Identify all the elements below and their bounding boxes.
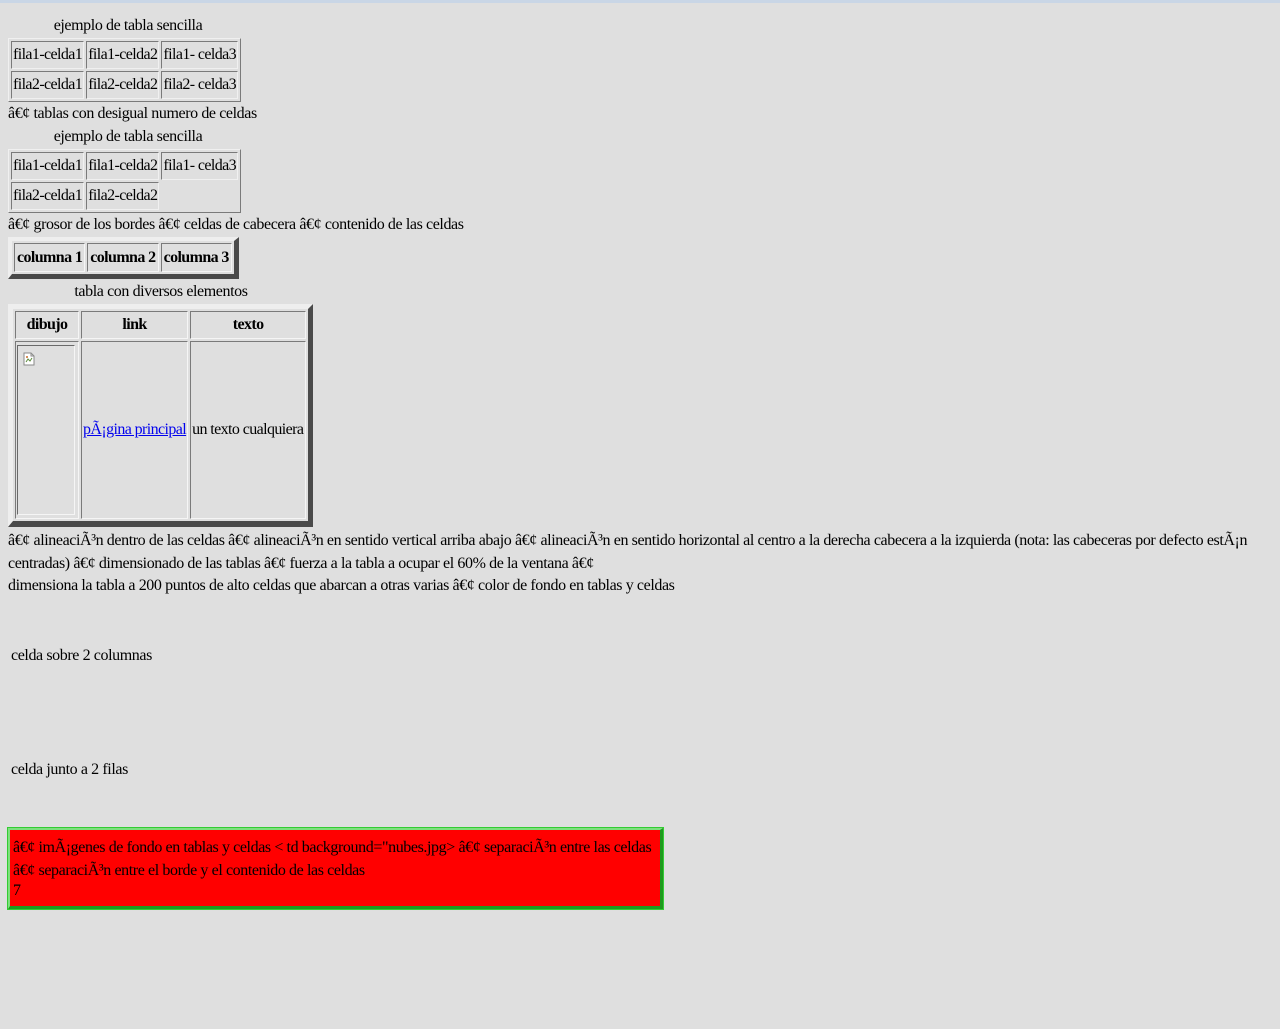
simple-table-2: fila1-celda1 fila1-celda2 fila1- celda3 … (8, 149, 242, 213)
text-unequal-cells: â€¢ tablas con desigual numero de celdas (8, 105, 257, 122)
text-borders-headers: â€¢ grosor de los bordes â€¢ celdas de c… (8, 216, 464, 233)
text-alignment-paragraph: â€¢ alineaciÃ³n dentro de las celdas â€¢… (8, 532, 1248, 572)
column-header-link: link (81, 311, 189, 339)
simple-table-1: fila1-celda1 fila1-celda2 fila1- celda3 … (8, 38, 242, 102)
column-header: columna 1 (14, 243, 86, 272)
column-header: columna 3 (160, 243, 232, 272)
table-cell: fila2-celda1 (11, 71, 85, 99)
red-background-table: â€¢ imÃ¡genes de fondo en tablas y celda… (7, 827, 664, 910)
image-cell (15, 341, 79, 519)
link-cell: pÃ¡gina principal (81, 341, 189, 519)
column-header: columna 2 (87, 243, 159, 272)
table-cell: fila1-celda1 (11, 152, 85, 180)
table-cell: fila2- celda3 (161, 71, 239, 99)
image-frame (17, 345, 75, 515)
table-cell: fila1-celda1 (11, 41, 85, 69)
table-cell: fila1- celda3 (161, 41, 239, 69)
table-cell: fila1- celda3 (161, 152, 239, 180)
redbox-line-1: â€¢ imÃ¡genes de fondo en tablas y celda… (13, 839, 652, 856)
cell-colspan: celda sobre 2 columnas (11, 647, 152, 664)
table-row: fila2-celda1 fila2-celda2 fila2- celda3 (11, 71, 239, 99)
broken-image-icon (23, 352, 35, 366)
table-cell: fila2-celda1 (11, 182, 85, 210)
column-header-dibujo: dibujo (15, 311, 79, 339)
column-header-texto: texto (190, 311, 307, 339)
redbox-line-3: 7 (13, 882, 21, 899)
table-cell: fila2-celda2 (86, 71, 160, 99)
elements-table: dibujo link texto pÃ¡gina principal un t… (8, 304, 314, 527)
table-header-row: dibujo link texto (15, 311, 307, 339)
table-row: fila1-celda1 fila1-celda2 fila1- celda3 (11, 41, 239, 69)
table-row: fila1-celda1 fila1-celda2 fila1- celda3 (11, 152, 239, 180)
window-top-edge (0, 0, 1280, 3)
table-cell: fila2-celda2 (86, 182, 160, 210)
table2-caption: ejemplo de tabla sencilla (53, 128, 203, 145)
main-page-link[interactable]: pÃ¡gina principal (83, 421, 187, 438)
empty-cell (161, 182, 238, 210)
table4-caption: tabla con diversos elementos (74, 283, 248, 300)
text-dimension-paragraph: dimensiona la tabla a 200 puntos de alto… (8, 577, 675, 594)
text-cell: un texto cualquiera (190, 341, 307, 519)
table-row: pÃ¡gina principal un texto cualquiera (15, 341, 307, 519)
table-cell: fila1-celda2 (86, 152, 160, 180)
redbox-line-2: â€¢ separaciÃ³n entre el borde y el cont… (13, 862, 365, 879)
table-row: fila2-celda1 fila2-celda2 (11, 182, 238, 210)
header-table: columna 1 columna 2 columna 3 (8, 237, 239, 279)
table1-caption: ejemplo de tabla sencilla (53, 17, 203, 34)
cell-rowspan: celda junto a 2 filas (11, 761, 128, 778)
table-cell: fila1-celda2 (86, 41, 160, 69)
table-header-row: columna 1 columna 2 columna 3 (14, 243, 232, 272)
